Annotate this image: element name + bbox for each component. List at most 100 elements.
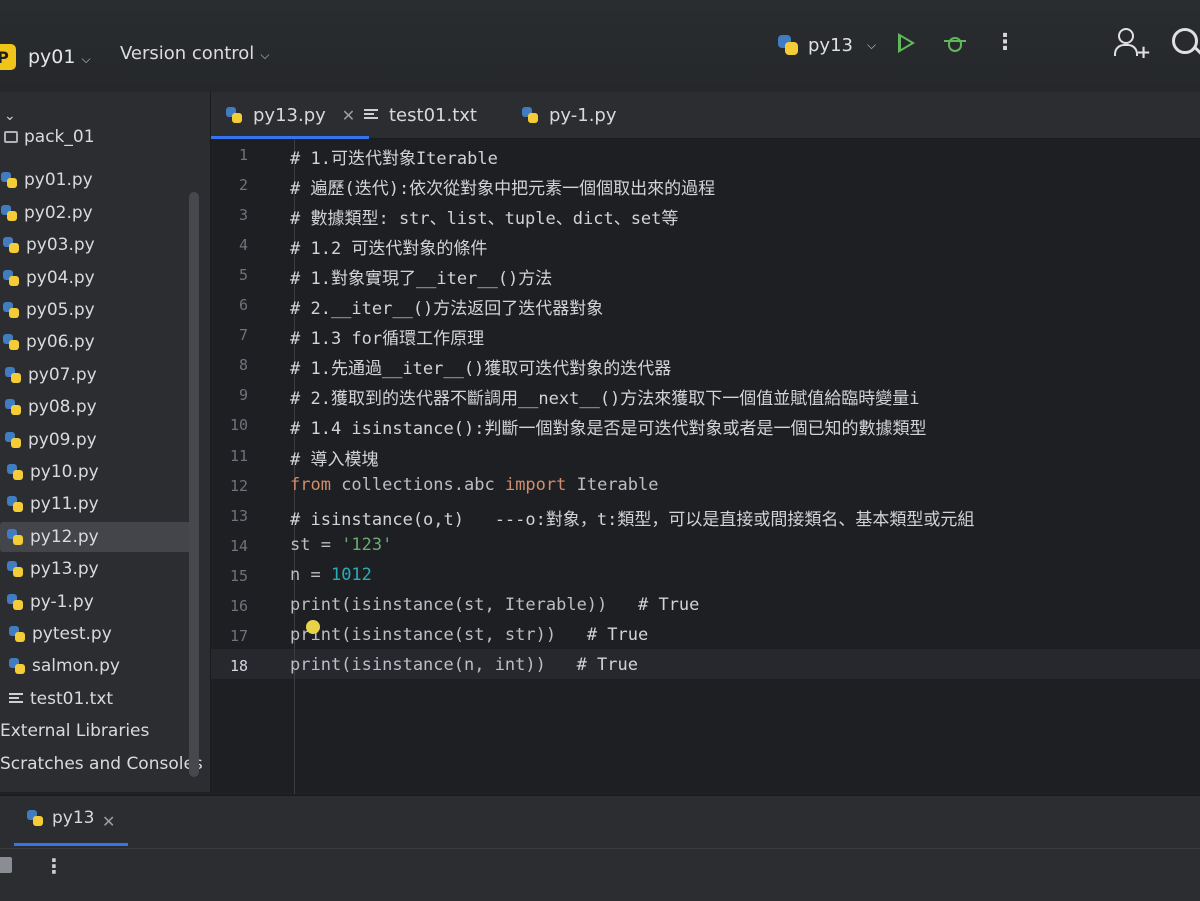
python-icon: [4, 366, 22, 384]
line-number: 4: [238, 236, 248, 255]
sidebar-item-label: salmon.py: [32, 656, 120, 677]
search-icon[interactable]: [1172, 28, 1198, 54]
sidebar-item-label: py03.py: [26, 235, 95, 256]
sidebar-item-label: Scratches and Consoles: [0, 753, 203, 774]
python-icon: [0, 204, 18, 222]
code-line: # 1.4 isinstance():判斷一個對象是否是可迭代對象或者是一個已知…: [290, 419, 927, 440]
sidebar-item-py01-py[interactable]: py01.py: [0, 165, 93, 195]
code-token: 1012: [330, 564, 372, 585]
sidebar-item-py-1-py[interactable]: py-1.py: [0, 587, 94, 617]
project-badge[interactable]: P: [0, 44, 16, 70]
line-number: 16: [229, 596, 248, 615]
sidebar-item-py13-py[interactable]: py13.py: [0, 554, 99, 584]
sidebar-item-salmon-py[interactable]: salmon.py: [0, 651, 120, 681]
text-file-icon: [363, 108, 379, 122]
code-line: # 1.先通過__iter__()獲取可迭代對象的迭代器: [290, 359, 672, 380]
more-actions-icon[interactable]: ⋮: [44, 854, 64, 878]
sidebar-item-py08-py[interactable]: py08.py: [0, 392, 97, 422]
sidebar-item-pack-01[interactable]: pack_01: [0, 128, 95, 146]
project-selector[interactable]: py01 ⌵: [28, 46, 91, 68]
line-number: 7: [238, 326, 248, 345]
line-number: 11: [229, 446, 248, 465]
divider: [0, 848, 1200, 849]
code-token: print(isinstance(st, str)): [290, 624, 557, 645]
code-line: from collections.abc import Iterable: [290, 475, 659, 495]
sidebar-item-py06-py[interactable]: py06.py: [0, 327, 95, 357]
project-name: py01: [28, 46, 76, 68]
sidebar-item-py04-py[interactable]: py04.py: [0, 263, 95, 293]
code-line: print(isinstance(n, int)) # True: [290, 655, 638, 675]
main-toolbar: P py01 ⌵ Version control ⌵ py13 ⌵ ⋮ +: [0, 0, 1200, 93]
run-button[interactable]: [898, 33, 915, 53]
line-number: 10: [229, 416, 248, 435]
sidebar-item-test01-txt[interactable]: test01.txt: [0, 684, 113, 714]
python-icon: [776, 33, 800, 57]
tab-py-1[interactable]: py-1.py: [521, 92, 617, 138]
close-icon[interactable]: ✕: [342, 106, 355, 125]
sidebar-item-py12-py[interactable]: py12.py: [0, 521, 196, 552]
line-number: 17: [229, 626, 248, 645]
python-icon: [6, 593, 24, 611]
python-icon: [6, 495, 24, 513]
sidebar-item-scratches-and-consoles[interactable]: Scratches and Consoles: [0, 749, 203, 779]
sidebar-item-py09-py[interactable]: py09.py: [0, 425, 97, 455]
run-configuration-selector[interactable]: py13 ⌵: [776, 33, 876, 57]
python-icon: [521, 106, 539, 124]
code-line: # 1.對象實現了__iter__()方法: [290, 269, 553, 290]
sidebar-item-label: test01.txt: [30, 688, 114, 709]
sidebar-item-external-libraries[interactable]: External Libraries: [0, 716, 149, 746]
tab-py13[interactable]: py13.py ✕: [210, 92, 370, 139]
sidebar-item-label: py02.py: [24, 202, 93, 223]
sidebar-item-py07-py[interactable]: py07.py: [0, 360, 97, 390]
active-tab-indicator: [14, 843, 128, 846]
python-icon: [8, 657, 26, 675]
python-icon: [8, 625, 26, 643]
code-line: n = 1012: [290, 565, 372, 585]
chevron-down-icon: ⌵: [260, 48, 270, 62]
run-tab-py13[interactable]: py13: [26, 808, 94, 828]
chevron-down-icon: ⌵: [81, 52, 91, 66]
code-token: # True: [556, 624, 649, 645]
tab-test01[interactable]: test01.txt: [363, 92, 477, 138]
code-token: collections.abc: [330, 474, 505, 495]
code-token: # True: [545, 654, 638, 675]
code-line: # 1.2 可迭代對象的條件: [290, 239, 488, 260]
stop-icon[interactable]: [0, 857, 12, 873]
sidebar-item-py11-py[interactable]: py11.py: [0, 489, 99, 519]
code-line: # 1.可迭代對象Iterable: [290, 149, 498, 169]
line-number: 12: [229, 476, 248, 495]
editor-tab-bar: py13.py ✕ test01.txt py-1.py: [210, 92, 1200, 139]
python-icon: [0, 171, 18, 189]
cursor-indicator: [306, 620, 320, 634]
sidebar-item-py10-py[interactable]: py10.py: [0, 457, 99, 487]
line-number: 8: [238, 356, 248, 375]
add-user-icon[interactable]: +: [1114, 28, 1151, 63]
code-token: print(isinstance(st, Iterable)): [290, 594, 608, 615]
chevron-down-icon[interactable]: ⌄: [4, 108, 16, 124]
sidebar-item-py02-py[interactable]: py02.py: [0, 198, 93, 228]
close-icon[interactable]: ✕: [102, 812, 115, 831]
scrollbar[interactable]: [189, 192, 199, 777]
line-number: 15: [229, 566, 248, 585]
line-number: 1: [238, 146, 248, 164]
sidebar-item-py03-py[interactable]: py03.py: [0, 230, 95, 260]
sidebar-item-label: py08.py: [28, 397, 97, 418]
line-number: 18: [229, 656, 248, 675]
code-line: # 數據類型: str、list、tuple、dict、set等: [290, 209, 679, 230]
sidebar-item-pytest-py[interactable]: pytest.py: [0, 619, 112, 649]
debug-button[interactable]: [944, 32, 966, 54]
version-control-menu[interactable]: Version control ⌵: [120, 43, 269, 64]
more-actions-icon[interactable]: ⋮: [994, 30, 1016, 55]
line-number: 6: [238, 296, 248, 315]
sidebar-item-py05-py[interactable]: py05.py: [0, 295, 95, 325]
python-icon: [26, 809, 44, 827]
sidebar-item-label: py05.py: [26, 300, 95, 320]
sidebar-item-label: py04.py: [26, 267, 95, 288]
python-icon: [2, 236, 20, 254]
code-token: n =: [290, 564, 331, 585]
python-icon: [2, 301, 20, 319]
python-icon: [6, 528, 24, 546]
tab-label: py13.py: [253, 104, 326, 126]
sidebar-item-label: py11.py: [30, 494, 99, 515]
tab-label: py-1.py: [549, 104, 617, 126]
